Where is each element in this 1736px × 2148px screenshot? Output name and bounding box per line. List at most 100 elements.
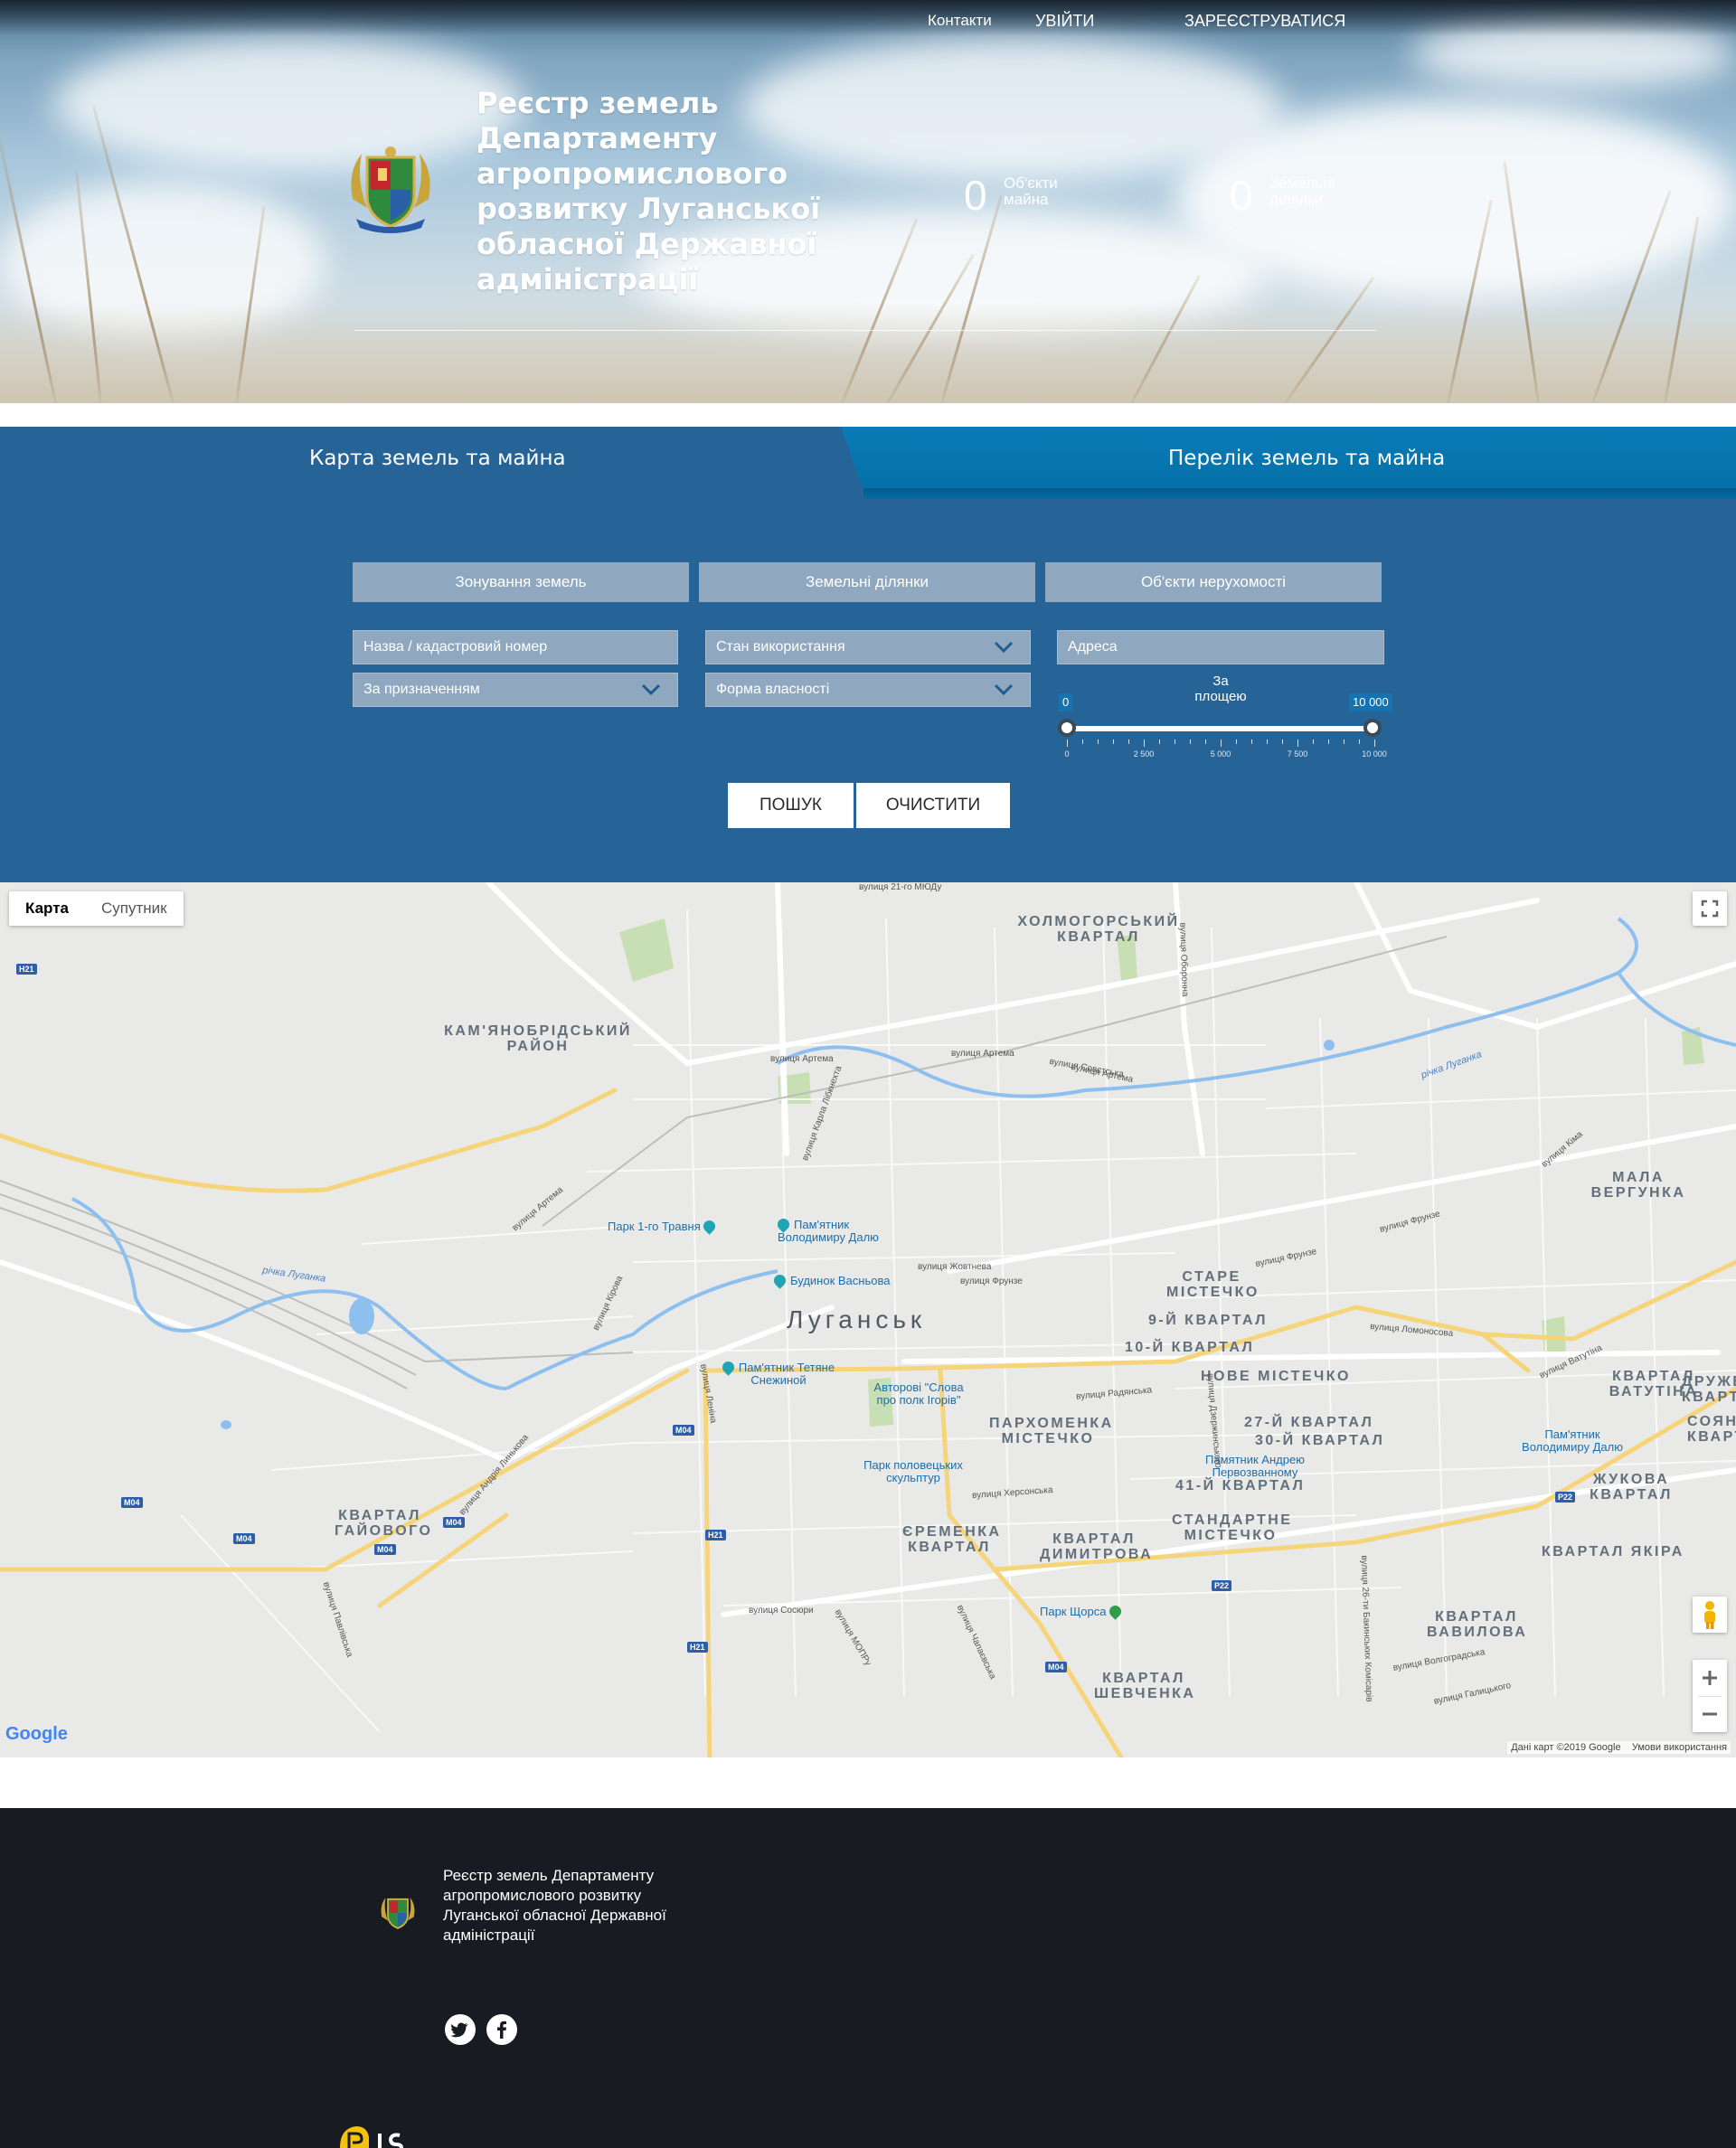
slider-scale-tick bbox=[1359, 740, 1360, 744]
road-shield: H21 bbox=[16, 964, 37, 975]
site-footer bbox=[0, 1808, 1736, 2148]
chevron-down-icon bbox=[994, 641, 1014, 654]
district-label: Квартал Шевченка bbox=[1094, 1671, 1196, 1701]
district-label: Пархоменка містечко bbox=[989, 1416, 1114, 1446]
footer-title: Реєстр земель Департаменту агропромислов… bbox=[443, 1867, 666, 1944]
real-estate-layer-button[interactable]: Об'єкти нерухомості bbox=[1045, 562, 1382, 602]
slider-scale-tick bbox=[1128, 740, 1129, 744]
map-type-map[interactable]: Карта bbox=[9, 891, 85, 926]
tab-map-label[interactable]: Карта земель та майна bbox=[309, 447, 566, 470]
district-label: Соянч квартал bbox=[1687, 1414, 1736, 1445]
address-field[interactable] bbox=[1057, 630, 1384, 664]
map-type-satellite[interactable]: Супутник bbox=[85, 891, 184, 926]
poi-marker[interactable]: Парк Щорса bbox=[1040, 1603, 1126, 1620]
usage-state-value: Стан використання bbox=[716, 639, 845, 655]
fullscreen-button[interactable] bbox=[1693, 891, 1727, 926]
slider-scale-label: 2 500 bbox=[1133, 749, 1155, 758]
land-plots-layer-button[interactable]: Земельні ділянки bbox=[699, 562, 1035, 602]
register-link[interactable]: ЗАРЕЄСТРУВАТИСЯ bbox=[1184, 12, 1345, 31]
area-filter-label: За площею bbox=[1194, 674, 1247, 704]
slider-scale-tick bbox=[1374, 740, 1375, 747]
slider-scale-tick bbox=[1313, 740, 1314, 744]
coat-of-arms-icon bbox=[381, 1898, 415, 1929]
district-label: 10-й квартал bbox=[1125, 1340, 1255, 1355]
site-title: Реєстр земель Департаменту агропромислов… bbox=[476, 86, 821, 297]
poi-marker[interactable]: Будинок Васньова bbox=[771, 1272, 890, 1289]
slider-scale-label: 5 000 bbox=[1210, 749, 1231, 758]
poi-marker[interactable]: Парк 1-го Травня bbox=[608, 1218, 720, 1235]
street-label: вулиця Сосюри bbox=[749, 1606, 814, 1616]
slider-scale-tick bbox=[1251, 740, 1252, 744]
contacts-link[interactable]: Контакти bbox=[928, 12, 992, 30]
district-label: Квартал Гайового bbox=[335, 1508, 433, 1539]
district-label: Мала Вергунка bbox=[1590, 1170, 1686, 1201]
ownership-value: Форма власності bbox=[716, 682, 830, 697]
chevron-down-icon bbox=[994, 683, 1014, 696]
facebook-icon bbox=[497, 2021, 506, 2039]
search-button[interactable]: ПОШУК bbox=[728, 783, 854, 828]
map-attribution-text: Дані карт ©2019 Google bbox=[1511, 1742, 1621, 1753]
slider-scale-tick bbox=[1236, 740, 1237, 744]
developer-logo-icon[interactable] bbox=[336, 2124, 418, 2148]
poi-marker[interactable]: Памятник Андрею Первозванному bbox=[1192, 1454, 1318, 1479]
poi-marker[interactable]: Парк половецьких скульптур bbox=[859, 1459, 967, 1484]
road-shield: M04 bbox=[443, 1517, 465, 1528]
purpose-select[interactable]: За призначенням bbox=[353, 673, 678, 707]
slider-scale-tick bbox=[1190, 740, 1191, 744]
name-cadastral-input[interactable] bbox=[363, 639, 662, 655]
map-view[interactable]: Карта Супутник Google Дані карт ©2019 Go… bbox=[0, 882, 1736, 1757]
road-shield: H21 bbox=[687, 1642, 708, 1653]
road-shield: H21 bbox=[705, 1530, 726, 1540]
poi-marker[interactable]: Пам'ятник Тетяне Снежиной bbox=[720, 1359, 837, 1387]
slider-scale-tick bbox=[1328, 740, 1329, 744]
twitter-button[interactable] bbox=[445, 2014, 476, 2045]
ownership-select[interactable]: Форма власності bbox=[705, 673, 1031, 707]
slider-scale-tick bbox=[1113, 740, 1114, 744]
name-cadastral-field[interactable] bbox=[353, 630, 678, 664]
slider-scale-label: 10 000 bbox=[1362, 749, 1387, 758]
area-max-handle[interactable] bbox=[1363, 719, 1382, 737]
district-label: Квартал Вавилова bbox=[1427, 1609, 1528, 1640]
zoom-control bbox=[1693, 1660, 1727, 1732]
zoom-out-icon[interactable] bbox=[1693, 1696, 1727, 1732]
slider-scale-tick bbox=[1297, 740, 1298, 747]
hero-divider bbox=[354, 330, 1376, 331]
district-label: Старе містечко bbox=[1166, 1269, 1260, 1300]
map-pin-icon bbox=[701, 1218, 719, 1235]
zoom-in-icon[interactable] bbox=[1693, 1660, 1727, 1696]
login-link[interactable]: УВІЙТИ bbox=[1035, 12, 1094, 31]
poi-marker[interactable]: Пам'ятник Володимиру Далю bbox=[1514, 1428, 1631, 1454]
slider-scale-tick bbox=[1159, 740, 1160, 744]
slider-scale-tick bbox=[1082, 740, 1083, 744]
tab-list-label[interactable]: Перелік земель та майна bbox=[1168, 447, 1445, 470]
land-plots-count: 0 bbox=[1230, 172, 1253, 219]
map-pin-icon bbox=[771, 1272, 788, 1289]
purpose-value: За призначенням bbox=[363, 682, 480, 697]
slider-scale-tick bbox=[1221, 740, 1222, 747]
property-objects-label: Об'єкти майна bbox=[1004, 174, 1058, 208]
poi-marker[interactable]: Пам'ятник Володимиру Далю bbox=[775, 1216, 913, 1244]
area-slider-track[interactable] bbox=[1067, 726, 1374, 731]
area-min-handle[interactable] bbox=[1058, 719, 1076, 737]
poi-marker[interactable]: Авторові "Слова про полк Ігорів" bbox=[864, 1381, 973, 1407]
address-input[interactable] bbox=[1068, 639, 1368, 655]
street-view-button[interactable] bbox=[1693, 1597, 1727, 1633]
district-label: Квартал Димитрова bbox=[1040, 1531, 1154, 1562]
district-label: Холмогорський квартал bbox=[1017, 914, 1180, 945]
slider-scale-tick bbox=[1205, 740, 1206, 744]
road-shield: M04 bbox=[673, 1425, 694, 1436]
road-shield: M04 bbox=[374, 1544, 396, 1555]
road-shield: P22 bbox=[1212, 1580, 1232, 1591]
usage-state-select[interactable]: Стан використання bbox=[705, 630, 1031, 664]
district-label: Нове містечко bbox=[1201, 1369, 1351, 1384]
area-max-tooltip: 10 000 bbox=[1349, 693, 1392, 711]
clear-button[interactable]: ОЧИСТИТИ bbox=[856, 783, 1010, 828]
map-terms-link[interactable]: Умови використання bbox=[1632, 1742, 1727, 1753]
street-label: вулиця Фрунзе bbox=[960, 1277, 1023, 1286]
facebook-button[interactable] bbox=[486, 2014, 517, 2045]
district-label: 30-й квартал bbox=[1255, 1433, 1385, 1448]
slider-scale-label: 7 500 bbox=[1287, 749, 1308, 758]
road-shield: M04 bbox=[233, 1533, 255, 1544]
zoning-layer-button[interactable]: Зонування земель bbox=[353, 562, 689, 602]
pegman-icon bbox=[1704, 1601, 1715, 1629]
